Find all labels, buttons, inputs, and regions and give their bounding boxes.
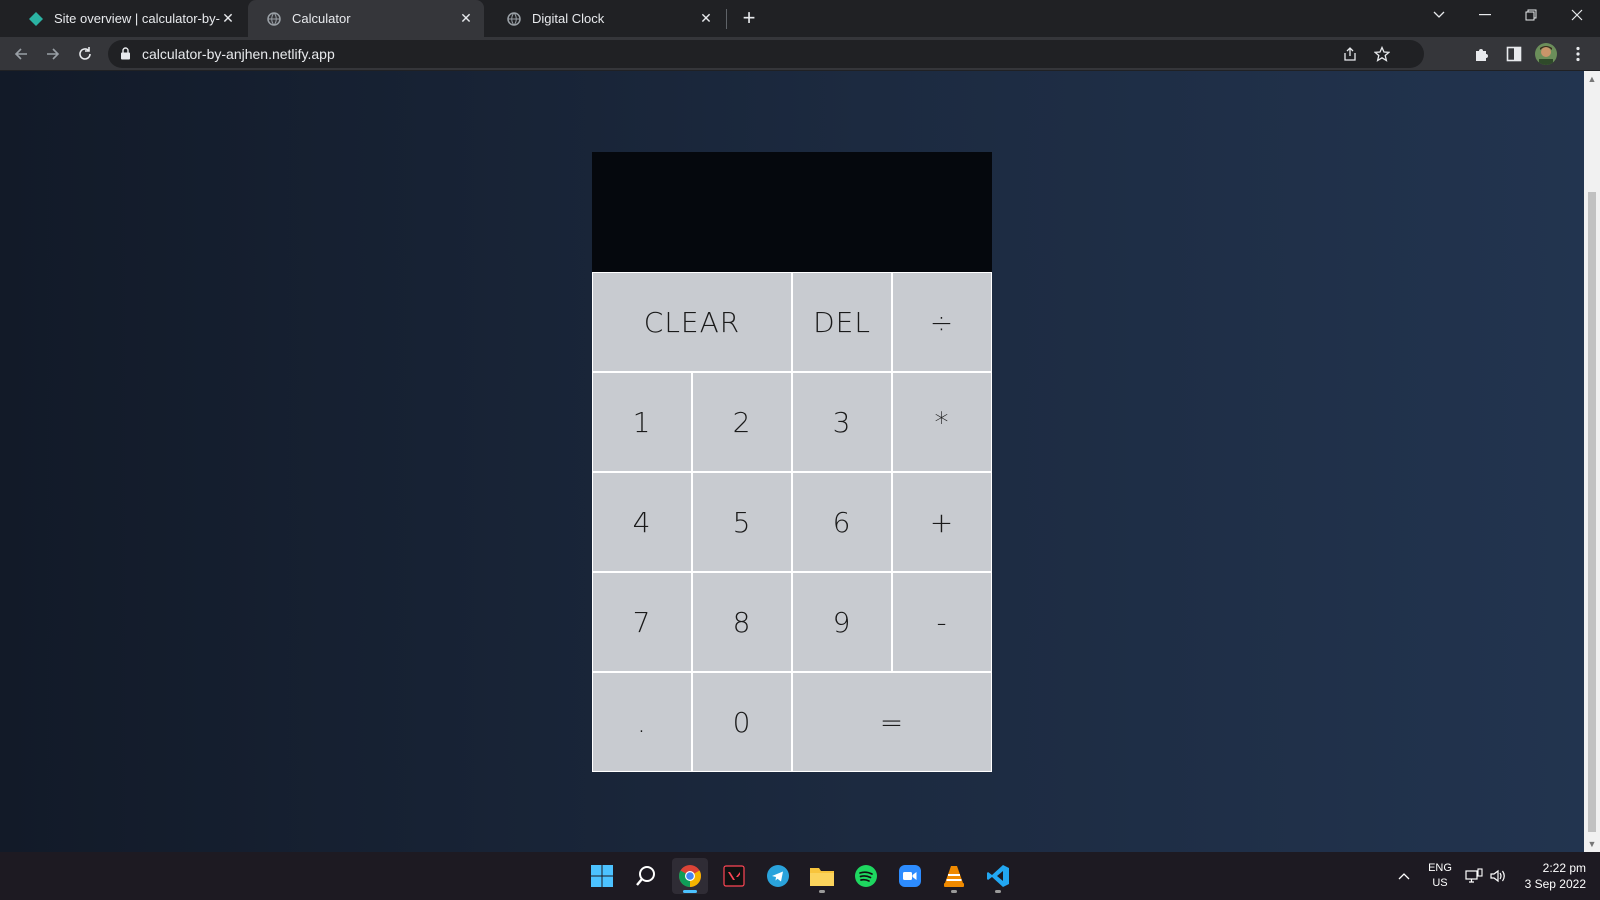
digit-4-button[interactable]: 4 <box>592 472 692 572</box>
network-icon[interactable] <box>1462 852 1486 900</box>
show-hidden-icons-chevron-icon[interactable] <box>1392 852 1416 900</box>
tab-site-overview[interactable]: Site overview | calculator-by-anjh ✕ <box>10 0 246 37</box>
lock-icon[interactable] <box>120 47 131 65</box>
page-viewport: CLEAR DEL ÷ 1 2 3 * 4 5 6 + 7 8 9 - . 0 … <box>0 71 1584 852</box>
globe-icon <box>266 11 282 27</box>
clear-button[interactable]: CLEAR <box>592 272 792 372</box>
language-region: US <box>1432 877 1448 889</box>
forward-arrow-icon[interactable] <box>40 41 66 67</box>
scroll-up-arrow-icon[interactable]: ▲ <box>1587 74 1597 84</box>
file-explorer-icon[interactable] <box>804 858 840 894</box>
subtract-button[interactable]: - <box>892 572 992 672</box>
tab-close-icon[interactable]: ✕ <box>698 10 714 27</box>
globe-icon <box>506 11 522 27</box>
tab-calculator[interactable]: Calculator ✕ <box>248 0 484 37</box>
side-panel-icon[interactable] <box>1502 42 1526 66</box>
address-bar[interactable]: calculator-by-anjhen.netlify.app <box>108 40 1424 68</box>
restore-icon[interactable] <box>1508 0 1554 30</box>
tab-title: Site overview | calculator-by-anjh <box>54 11 220 26</box>
telegram-icon[interactable] <box>760 858 796 894</box>
tab-strip: Site overview | calculator-by-anjh ✕ Cal… <box>0 0 1600 37</box>
close-window-icon[interactable] <box>1554 0 1600 30</box>
clock-date: 3 Sep 2022 <box>1524 877 1586 891</box>
browser-menu-icon[interactable] <box>1566 42 1590 66</box>
calculator-keypad: CLEAR DEL ÷ 1 2 3 * 4 5 6 + 7 8 9 - . 0 … <box>592 272 992 772</box>
start-icon[interactable] <box>584 858 620 894</box>
tab-title: Digital Clock <box>532 11 605 26</box>
calculator: CLEAR DEL ÷ 1 2 3 * 4 5 6 + 7 8 9 - . 0 … <box>592 152 992 772</box>
minimize-icon[interactable] <box>1462 0 1508 30</box>
reload-icon[interactable] <box>72 41 98 67</box>
scrollbar-thumb[interactable] <box>1588 192 1596 832</box>
back-arrow-icon[interactable] <box>8 41 34 67</box>
delete-button[interactable]: DEL <box>792 272 892 372</box>
windows-taskbar: ENG US 2:22 pm 3 Sep 2022 <box>0 852 1600 900</box>
clock-time: 2:22 pm <box>1542 861 1586 875</box>
bookmark-star-icon[interactable] <box>1372 44 1392 64</box>
vlc-icon[interactable] <box>936 858 972 894</box>
digit-0-button[interactable]: 0 <box>692 672 792 772</box>
digit-1-button[interactable]: 1 <box>592 372 692 472</box>
language-indicator[interactable]: ENG US <box>1420 852 1460 900</box>
taskbar-clock[interactable]: 2:22 pm 3 Sep 2022 <box>1512 860 1586 892</box>
calculator-display <box>592 152 992 272</box>
tab-search-chevron-icon[interactable] <box>1416 0 1462 30</box>
share-icon[interactable] <box>1340 44 1360 64</box>
vertical-scrollbar[interactable]: ▲ ▼ <box>1584 71 1600 852</box>
tab-close-icon[interactable]: ✕ <box>458 10 474 27</box>
digit-9-button[interactable]: 9 <box>792 572 892 672</box>
digit-7-button[interactable]: 7 <box>592 572 692 672</box>
language-code: ENG <box>1428 862 1452 874</box>
divide-button[interactable]: ÷ <box>892 272 992 372</box>
equals-button[interactable]: = <box>792 672 992 772</box>
valorant-icon[interactable] <box>716 858 752 894</box>
digit-6-button[interactable]: 6 <box>792 472 892 572</box>
url-text: calculator-by-anjhen.netlify.app <box>142 46 335 62</box>
profile-avatar-icon[interactable] <box>1534 42 1558 66</box>
new-tab-button[interactable]: + <box>736 5 762 31</box>
scroll-down-arrow-icon[interactable]: ▼ <box>1587 839 1597 849</box>
extensions-puzzle-icon[interactable] <box>1470 42 1494 66</box>
browser-toolbar: calculator-by-anjhen.netlify.app <box>0 37 1600 71</box>
decimal-button[interactable]: . <box>592 672 692 772</box>
tab-separator <box>726 9 727 29</box>
chrome-icon[interactable] <box>672 858 708 894</box>
digit-5-button[interactable]: 5 <box>692 472 792 572</box>
netlify-diamond-icon <box>28 11 44 27</box>
digit-8-button[interactable]: 8 <box>692 572 792 672</box>
search-icon[interactable] <box>628 858 664 894</box>
tab-digital-clock[interactable]: Digital Clock ✕ <box>488 0 724 37</box>
multiply-button[interactable]: * <box>892 372 992 472</box>
tab-close-icon[interactable]: ✕ <box>220 10 236 27</box>
volume-icon[interactable] <box>1486 852 1510 900</box>
add-button[interactable]: + <box>892 472 992 572</box>
vscode-icon[interactable] <box>980 858 1016 894</box>
digit-3-button[interactable]: 3 <box>792 372 892 472</box>
tab-title: Calculator <box>292 11 351 26</box>
spotify-icon[interactable] <box>848 858 884 894</box>
digit-2-button[interactable]: 2 <box>692 372 792 472</box>
zoom-icon[interactable] <box>892 858 928 894</box>
